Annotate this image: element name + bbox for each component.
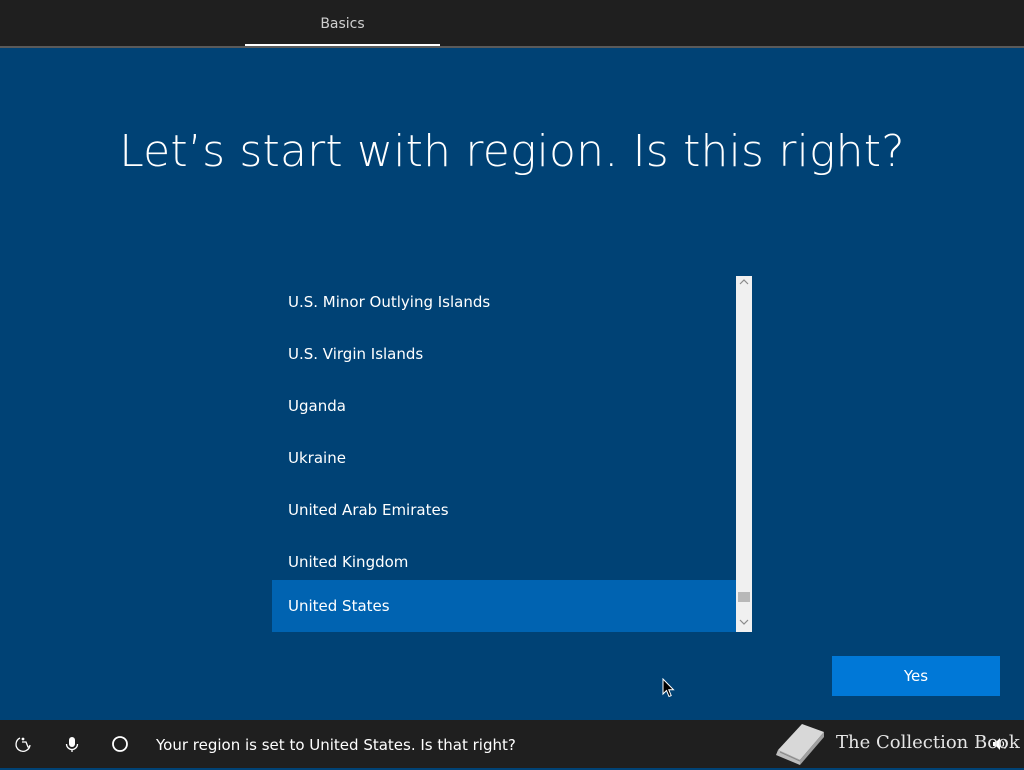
region-item-selected[interactable]: United States bbox=[272, 580, 736, 632]
scroll-thumb[interactable] bbox=[738, 592, 750, 602]
region-item[interactable]: Uganda bbox=[272, 380, 736, 432]
scroll-down-arrow-icon[interactable] bbox=[736, 616, 752, 632]
region-item-label: U.S. Virgin Islands bbox=[288, 345, 424, 363]
watermark: The Collection Book bbox=[770, 718, 1024, 768]
region-item-label: U.S. Minor Outlying Islands bbox=[288, 293, 491, 311]
mouse-cursor-icon bbox=[662, 677, 676, 698]
book-icon bbox=[776, 724, 824, 765]
region-item[interactable]: U.S. Virgin Islands bbox=[272, 328, 736, 380]
status-text: Your region is set to United States. Is … bbox=[156, 736, 516, 754]
region-item-label: United Arab Emirates bbox=[288, 501, 449, 519]
microphone-icon[interactable] bbox=[62, 734, 82, 754]
watermark-text: The Collection Book bbox=[836, 732, 1020, 753]
tab-basics[interactable]: Basics bbox=[245, 0, 440, 46]
scroll-up-arrow-icon[interactable] bbox=[736, 276, 752, 292]
region-item-label: Ukraine bbox=[288, 449, 346, 467]
yes-button[interactable]: Yes bbox=[832, 656, 1000, 696]
page-title: Let’s start with region. Is this right? bbox=[119, 126, 905, 177]
region-item-label: Uganda bbox=[288, 397, 346, 415]
region-list[interactable]: U.S. Minor Outlying Islands U.S. Virgin … bbox=[272, 276, 752, 632]
region-item[interactable]: U.S. Minor Outlying Islands bbox=[272, 276, 736, 328]
region-item[interactable]: Ukraine bbox=[272, 432, 736, 484]
tab-basics-label: Basics bbox=[320, 16, 365, 32]
region-list-scrollbar[interactable] bbox=[736, 276, 752, 632]
region-item-label: United Kingdom bbox=[288, 553, 409, 571]
region-item[interactable]: United Arab Emirates bbox=[272, 484, 736, 536]
cortana-icon[interactable] bbox=[110, 734, 130, 754]
accessibility-icon[interactable] bbox=[14, 734, 34, 754]
top-bar: Basics bbox=[0, 0, 1024, 48]
region-item-label: United States bbox=[288, 597, 390, 615]
